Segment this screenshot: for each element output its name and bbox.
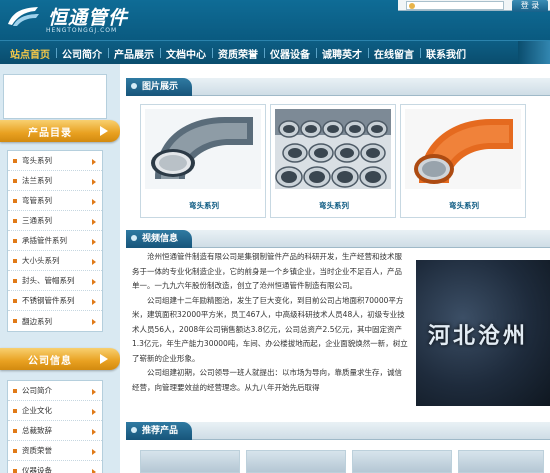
bullet-icon [13, 278, 17, 283]
company-info-header: 公司信息 [0, 348, 120, 370]
recommended-product-image[interactable] [458, 450, 544, 473]
nav-item-home[interactable]: 站点首页 [4, 46, 56, 61]
company-info-title: 公司信息 [28, 356, 72, 367]
nav-item-equipment[interactable]: 仪器设备 [264, 46, 316, 61]
company-info-list: 公司简介 企业文化 总裁致辞 资质荣誉 仪器设备 [7, 380, 103, 473]
logo-title[interactable]: 恒通管件 [48, 3, 128, 30]
logo-subtitle: HENGTONGGJ.COM [46, 27, 118, 34]
bullet-icon [13, 198, 17, 203]
product-image[interactable] [405, 109, 521, 189]
bullet-icon [13, 468, 17, 473]
arrow-right-icon [92, 449, 96, 455]
nav-item-jobs[interactable]: 诚聘英才 [316, 46, 368, 61]
arrow-right-icon [92, 199, 96, 205]
bullet-icon [13, 428, 17, 433]
arrow-right-icon [100, 126, 108, 136]
bullet-icon [13, 158, 17, 163]
bullet-icon [13, 178, 17, 183]
sidebar-item-socket[interactable]: 承插管件系列 [8, 231, 102, 251]
arrow-right-icon [92, 159, 96, 165]
recommend-section-title: 推荐产品 [126, 422, 193, 440]
product-catalog-title: 产品目录 [28, 128, 72, 139]
arrow-right-icon [92, 259, 96, 265]
product-image[interactable] [145, 109, 261, 189]
sidebar-top-box [3, 74, 107, 119]
nav-item-products[interactable]: 产品展示 [108, 46, 160, 61]
bullet-icon [13, 298, 17, 303]
login-username-input[interactable] [406, 1, 504, 10]
sidebar: 产品目录 弯头系列 法兰系列 弯管系列 三通系列 承插管件系列 大小头系列 封头… [0, 64, 120, 473]
recommended-product-image[interactable] [246, 450, 346, 473]
arrow-right-icon [92, 429, 96, 435]
bullet-icon [13, 408, 17, 413]
arrow-right-icon [92, 219, 96, 225]
login-button[interactable]: 登 录 [512, 0, 548, 12]
arrow-right-icon [92, 179, 96, 185]
arrow-right-icon [92, 319, 96, 325]
bullet-icon [13, 448, 17, 453]
nav-item-messages[interactable]: 在线留言 [368, 46, 420, 61]
user-icon [409, 3, 415, 9]
sidebar-item-tee[interactable]: 三通系列 [8, 211, 102, 231]
arrow-right-icon [92, 469, 96, 473]
bullet-icon [13, 238, 17, 243]
arrow-right-icon [100, 354, 108, 364]
bullet-icon [13, 319, 17, 323]
product-name[interactable]: 弯头系列 [141, 200, 267, 211]
arrow-right-icon [92, 409, 96, 415]
sidebar-item-elbow[interactable]: 弯头系列 [8, 151, 102, 171]
recommended-product-image[interactable] [140, 450, 240, 473]
sidebar-item-equipment[interactable]: 仪器设备 [8, 461, 102, 473]
video-overlay-text: 河北沧州 [428, 323, 529, 349]
bullet-icon [13, 258, 17, 263]
product-name[interactable]: 弯头系列 [401, 200, 527, 211]
sidebar-item-culture[interactable]: 企业文化 [8, 401, 102, 421]
arrow-right-icon [92, 299, 96, 305]
video-section-title: 视频信息 [126, 230, 193, 248]
arrow-right-icon [92, 279, 96, 285]
nav-item-honors[interactable]: 资质荣誉 [212, 46, 264, 61]
video-paragraph: 公司组建十二年励精图治，发生了巨大变化，到目前公司占地面积70000平方米，建筑… [132, 295, 408, 363]
product-catalog-list: 弯头系列 法兰系列 弯管系列 三通系列 承插管件系列 大小头系列 封头、管帽系列… [7, 150, 103, 332]
arrow-right-icon [92, 239, 96, 245]
sidebar-item-stainless[interactable]: 不锈钢管件系列 [8, 291, 102, 311]
bullet-icon [13, 218, 17, 223]
image-section-header: 图片展示 [126, 78, 550, 96]
video-paragraph: 公司组建初期，公司领导一班人就提出：以市场为导向，靠质量求生存，诚信经营，向管理… [132, 368, 402, 392]
nav-item-contact[interactable]: 联系我们 [420, 46, 472, 61]
nav-item-documents[interactable]: 文档中心 [160, 46, 212, 61]
product-card[interactable]: 弯头系列 [140, 104, 266, 218]
video-paragraph: 沧州恒通管件制造有限公司是集钢制管件产品的科研开发，生产经营和技术服务于一体的专… [132, 252, 402, 290]
recommended-product-image[interactable] [352, 450, 452, 473]
product-image[interactable] [275, 109, 391, 189]
video-description: 沧州恒通管件制造有限公司是集钢制管件产品的科研开发，生产经营和技术服务于一体的专… [132, 250, 408, 395]
sidebar-item-ceo-speech[interactable]: 总裁致辞 [8, 421, 102, 441]
main-content: 图片展示 弯头系列 弯头系列 弯头系列 视频信息 沧州恒通管件制造有限公司是集钢… [120, 64, 550, 473]
sidebar-item-profile[interactable]: 公司简介 [8, 381, 102, 401]
image-section-title: 图片展示 [126, 78, 193, 96]
sidebar-item-flange[interactable]: 法兰系列 [8, 171, 102, 191]
sidebar-item-cap[interactable]: 封头、管帽系列 [8, 271, 102, 291]
main-nav: 站点首页 公司简介 产品展示 文档中心 资质荣誉 仪器设备 诚聘英才 在线留言 … [0, 40, 550, 65]
sidebar-item-bend-pipe[interactable]: 弯管系列 [8, 191, 102, 211]
video-player[interactable]: 河北沧州 [416, 260, 550, 406]
product-name[interactable]: 弯头系列 [271, 200, 397, 211]
product-card[interactable]: 弯头系列 [270, 104, 396, 218]
site-header: 恒通管件 HENGTONGGJ.COM 登 录 [0, 0, 550, 40]
sidebar-item-reducer[interactable]: 大小头系列 [8, 251, 102, 271]
product-card[interactable]: 弯头系列 [400, 104, 526, 218]
sidebar-item-flanging[interactable]: 翻边系列 [8, 311, 102, 331]
bullet-icon [13, 388, 17, 393]
sidebar-item-honors[interactable]: 资质荣誉 [8, 441, 102, 461]
logo-icon [8, 7, 39, 26]
arrow-right-icon [92, 389, 96, 395]
nav-item-about[interactable]: 公司简介 [56, 46, 108, 61]
recommend-section-header: 推荐产品 [126, 422, 550, 440]
video-section-header: 视频信息 [126, 230, 550, 248]
nav-decoration [518, 41, 550, 65]
product-catalog-header: 产品目录 [0, 120, 120, 142]
